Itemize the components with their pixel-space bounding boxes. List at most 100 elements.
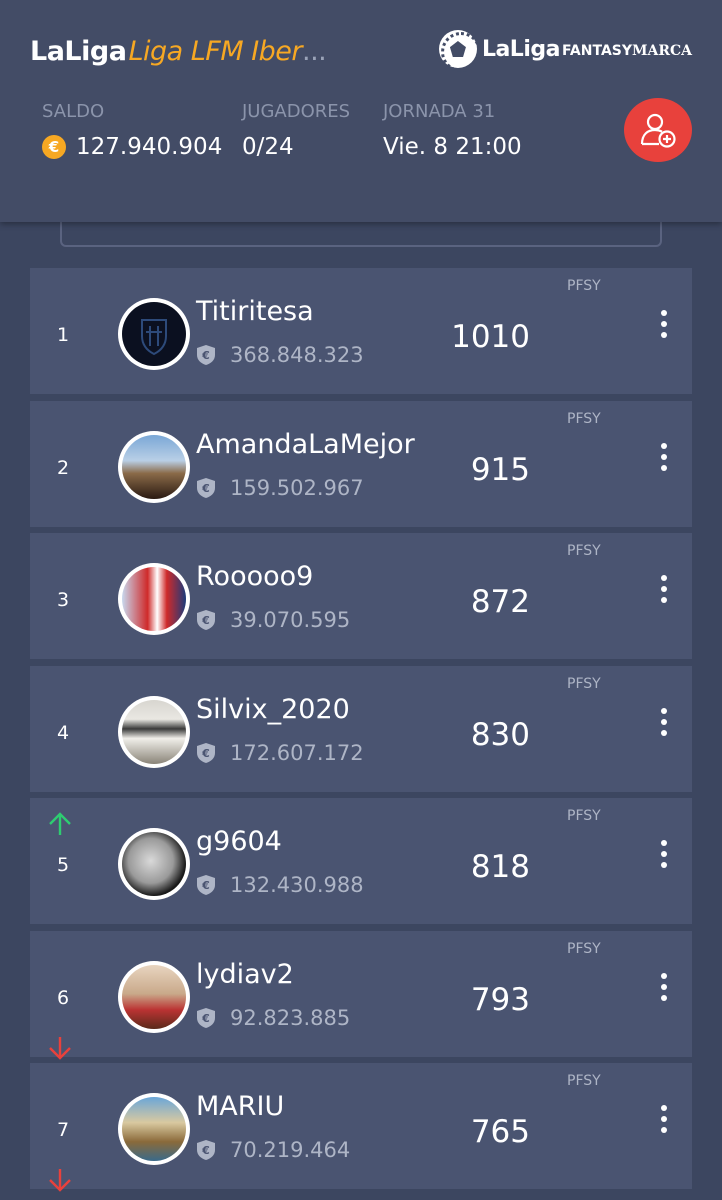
user-name: g9604 [196, 826, 282, 857]
rank-position: 3 [56, 589, 70, 611]
user-name: Rooooo9 [196, 561, 314, 592]
points-tag: PFSY [567, 1073, 601, 1089]
svg-text:€: € [201, 879, 210, 892]
shield-coin-icon: € [197, 610, 215, 630]
team-value: €70.219.464 [196, 1138, 350, 1162]
team-value-amount: 159.502.967 [230, 475, 364, 500]
team-value-amount: 39.070.595 [230, 608, 351, 632]
shield-coin-icon: € [197, 345, 215, 365]
user-avatar[interactable] [118, 695, 190, 768]
rank-position: 2 [56, 456, 70, 479]
jugadores-value: 0/24 [242, 134, 294, 160]
rank-position: 4 [56, 721, 70, 744]
shield-coin-icon: € [197, 875, 215, 895]
user-points: 915 [470, 451, 530, 488]
points-tag: PFSY [567, 675, 601, 692]
laliga-ball-icon [438, 30, 481, 72]
team-value-amount: 92.823.885 [230, 1005, 351, 1030]
team-value: €132.430.988 [196, 873, 364, 897]
user-avatar[interactable] [118, 298, 190, 370]
user-avatar[interactable] [118, 960, 190, 1033]
rank-position: 6 [56, 986, 70, 1009]
shield-coin-icon: € [197, 1140, 215, 1160]
saldo-value: €127.940.904 [42, 134, 222, 160]
more-options-icon[interactable] [656, 707, 672, 742]
ranking-row[interactable]: 3 Rooooo9 €39.070.595 PFSY 872 [30, 533, 692, 659]
ranking-row[interactable]: 5 g9604 €132.430.988 PFSY 818 [30, 798, 692, 924]
team-value: €368.848.323 [196, 343, 364, 367]
points-tag: PFSY [567, 278, 601, 294]
rank-position: 5 [56, 854, 70, 876]
logo-word: LaLiga [481, 36, 561, 62]
logo-fantasy: FANTASY [561, 43, 632, 59]
more-options-icon[interactable] [656, 972, 672, 1007]
ranking-row[interactable]: 6 lydiav2 €92.823.885 PFSY 793 [30, 930, 692, 1060]
more-options-icon[interactable] [656, 575, 672, 609]
logo-marca: MARCA [632, 43, 692, 59]
team-value: €39.070.595 [196, 608, 350, 632]
more-options-icon[interactable] [656, 442, 672, 477]
rank-position: 7 [56, 1119, 70, 1141]
user-name: AmandaLaMejor [196, 428, 415, 460]
trend-down-icon [49, 1169, 71, 1192]
user-name: lydiav2 [196, 958, 294, 990]
user-avatar[interactable] [118, 1093, 190, 1165]
ranking-row[interactable]: 1 Titiritesa €368.848.323 PFSY 1010 [30, 268, 692, 394]
trend-up-icon [49, 812, 71, 835]
svg-text:€: € [201, 747, 210, 760]
shield-coin-icon: € [197, 742, 215, 763]
user-name: Silvix_2020 [196, 693, 350, 725]
svg-text:€: € [201, 614, 210, 627]
jornada-value: Vie. 8 21:00 [383, 134, 522, 160]
league-name: Liga LFM Iber [128, 36, 303, 67]
saldo-amount: 127.940.904 [76, 134, 223, 160]
add-user-button[interactable] [624, 98, 692, 162]
team-value-amount: 132.430.988 [230, 873, 364, 897]
points-tag: PFSY [567, 808, 601, 824]
team-value: €172.607.172 [196, 741, 364, 765]
user-points: 1010 [451, 319, 530, 355]
ranking-row[interactable]: 7 MARIU €70.219.464 PFSY 765 [30, 1063, 692, 1192]
user-points: 830 [470, 716, 530, 753]
user-avatar[interactable] [118, 563, 190, 635]
more-options-icon[interactable] [656, 310, 672, 344]
league-name-ellipsis: ... [302, 36, 327, 67]
jornada-label: JORNADA 31 [383, 101, 496, 122]
more-options-icon[interactable] [656, 1105, 672, 1139]
user-points: 818 [470, 849, 530, 885]
svg-text:€: € [201, 349, 210, 362]
user-avatar[interactable] [118, 430, 190, 503]
app-header: LaLigaLiga LFM Iber... LaLiga FANTASY MA… [0, 0, 722, 222]
rank-position: 1 [56, 324, 70, 346]
league-title[interactable]: LaLigaLiga LFM Iber... [30, 36, 327, 67]
jugadores-label: JUGADORES [242, 101, 351, 122]
ranking-row[interactable]: 2 AmandaLaMejor €159.502.967 PFSY 915 [30, 400, 692, 527]
team-value: €159.502.967 [196, 476, 364, 500]
saldo-label: SALDO [42, 101, 105, 122]
user-avatar[interactable] [118, 828, 190, 900]
trend-down-icon [49, 1036, 71, 1060]
points-tag: PFSY [567, 940, 601, 957]
user-name: Titiritesa [196, 296, 314, 327]
more-options-icon[interactable] [656, 840, 672, 874]
user-points: 872 [470, 584, 530, 620]
team-value-amount: 70.219.464 [230, 1138, 351, 1162]
points-tag: PFSY [567, 410, 601, 427]
points-tag: PFSY [567, 543, 601, 559]
user-name: MARIU [196, 1091, 285, 1122]
add-user-icon [640, 113, 676, 148]
coin-icon: € [42, 135, 66, 159]
team-value-amount: 172.607.172 [230, 740, 364, 765]
shield-coin-icon: € [197, 1007, 215, 1028]
svg-text:€: € [201, 1012, 210, 1025]
laliga-fantasy-logo: LaLiga FANTASY MARCA [438, 30, 692, 72]
user-points: 793 [470, 981, 530, 1018]
ranking-list: 1 Titiritesa €368.848.323 PFSY 1010 2 AmandaLa… [30, 268, 692, 1196]
team-value-amount: 368.848.323 [230, 343, 364, 367]
user-points: 765 [470, 1114, 530, 1150]
brand-prefix: LaLiga [30, 36, 127, 67]
shield-coin-icon: € [197, 477, 215, 498]
svg-text:€: € [201, 482, 210, 495]
team-value: €92.823.885 [196, 1006, 350, 1030]
ranking-row[interactable]: 4 Silvix_2020 €172.607.172 PFSY 830 [30, 665, 692, 792]
